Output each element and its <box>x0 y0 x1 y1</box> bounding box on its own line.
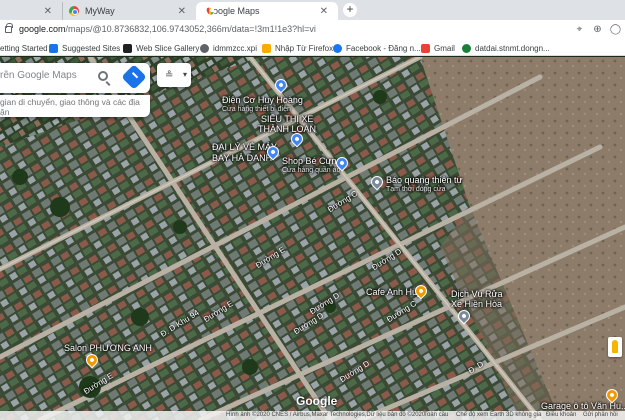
place-sieu-thi-xe[interactable]: SIÊU THỊ XE <box>261 114 313 124</box>
chevron-down-icon: ▾ <box>183 70 188 79</box>
ie-icon <box>49 43 58 53</box>
close-tab-icon[interactable]: ✕ <box>44 6 52 17</box>
bookmark-idmmzcc[interactable]: idmmzcc.xpi <box>200 42 257 54</box>
bookmark-label: etting Started <box>0 43 48 53</box>
google-logo: Google <box>296 394 338 408</box>
search-box <box>0 63 150 93</box>
place-name: Salon PHƯƠNG ANH <box>64 343 152 353</box>
bookmark-datdai[interactable]: datdai.stnmt.dongn... <box>462 42 550 54</box>
place-cafe-anh-huy[interactable]: Cafe Anh Huy <box>366 287 422 297</box>
place-bao-quang-thien-tu[interactable]: Báo quang thiện tự Tạm thời đóng cửa <box>386 175 463 195</box>
tab-first[interactable]: ✕ <box>0 2 62 20</box>
place-dien-co-huy-hoang[interactable]: Điện Cơ Huy Hoàng Cửa hàng thiết bị điện <box>222 95 303 115</box>
place-category: Cửa hàng quần áo <box>282 167 341 174</box>
tree-icon <box>462 43 471 53</box>
search-input[interactable] <box>0 70 90 81</box>
map-footer: Hình ảnh ©2020 CNES / Airbus,Maxar Techn… <box>0 411 625 420</box>
bookmark-facebook[interactable]: Facebook - Đăng n... <box>333 42 421 54</box>
place-thanh-loan[interactable]: THÀNH LOAN <box>258 124 316 134</box>
gmail-icon <box>421 43 430 53</box>
pegman-icon[interactable] <box>608 337 622 357</box>
directions-icon[interactable] <box>121 64 147 90</box>
place-shop-be-cung[interactable]: Shop Bé Cưng Cửa hàng quần áo <box>282 156 342 176</box>
url-host: google.com <box>19 24 66 34</box>
bookmark-label: Gmail <box>434 43 455 53</box>
new-tab-button[interactable]: + <box>343 3 357 17</box>
place-name: Cafe Anh Huy <box>366 287 422 297</box>
tab-myway[interactable]: MyWay ✕ <box>62 2 196 20</box>
tab-google-maps[interactable]: Google Maps ✕ <box>196 2 338 20</box>
place-salon-phuong-anh[interactable]: Salon PHƯƠNG ANH <box>64 343 152 353</box>
place-name: Điện Cơ Huy Hoàng <box>222 95 303 105</box>
bookmark-getting-started[interactable]: etting Started <box>0 42 48 54</box>
category-button[interactable]: ≗ ▾ <box>157 63 191 87</box>
extension-icon[interactable]: ⊕ <box>591 23 604 36</box>
address-bar: google.com/maps/@10.8736832,106.9743052,… <box>0 20 625 40</box>
satellite-map[interactable]: gian di chuyển, giao thông và các địa ận… <box>0 57 625 420</box>
url-path: /maps/@10.8736832,106.9743052,366m/data=… <box>65 24 316 34</box>
place-bay-ha-danh[interactable]: BAY HÀ DANH <box>212 153 272 163</box>
folder-icon <box>262 43 271 53</box>
close-tab-icon[interactable]: ✕ <box>320 6 328 17</box>
place-name: SIÊU THỊ XE <box>261 114 314 124</box>
place-name: BAY HÀ DANH <box>212 153 273 163</box>
close-tab-icon[interactable]: ✕ <box>178 6 186 17</box>
earth-view-link[interactable]: Chế độ xem Earth 3D không gia <box>456 412 541 418</box>
imagery-attribution: Hình ảnh ©2020 CNES / Airbus,Maxar Techn… <box>226 412 426 418</box>
terms-link[interactable]: Điều khoản <box>546 412 576 418</box>
place-category: Tạm thời đóng cửa <box>386 186 446 193</box>
place-name: THÀNH LOAN <box>258 124 317 134</box>
search-hint: gian di chuyển, giao thông và các địa ận <box>0 95 150 117</box>
globe-icon <box>200 43 209 53</box>
feedback-link[interactable]: Gửi phản hồi <box>583 412 618 418</box>
tab-strip: ✕ MyWay ✕ Google Maps ✕ + <box>0 0 625 20</box>
bookmark-label: Web Slice Gallery <box>136 43 200 53</box>
bookmark-label: datdai.stnmt.dongn... <box>475 43 550 53</box>
bookmarks-bar: etting Started Suggested Sites Web Slice… <box>0 40 625 56</box>
tab-title: MyWay <box>85 6 115 16</box>
place-xe-hien-hoa[interactable]: Xe Hiền Hòa <box>451 299 502 309</box>
country-link[interactable]: Toàn cầu <box>424 412 448 418</box>
url-field[interactable]: google.com/maps/@10.8736832,106.9743052,… <box>19 24 316 34</box>
place-name: Shop Bé Cưng <box>282 156 342 166</box>
profile-icon[interactable]: ◯ <box>609 23 622 36</box>
bookmark-label: Suggested Sites <box>62 43 121 53</box>
search-icon[interactable] <box>98 71 108 81</box>
lock-icon[interactable] <box>5 23 13 33</box>
place-dich-vu-rua[interactable]: Dịch Vụ Rửa <box>451 289 503 299</box>
category-icon: ≗ <box>165 70 174 81</box>
place-name: Dịch Vụ Rửa <box>451 289 503 299</box>
slice-icon <box>123 43 132 53</box>
place-name: Xe Hiền Hòa <box>451 299 503 309</box>
place-name: Báo quang thiện tự <box>386 175 463 185</box>
bookmark-label: Nhập Từ Firefox <box>275 43 334 53</box>
location-icon[interactable]: ⌖ <box>573 23 586 36</box>
bookmark-label: idmmzcc.xpi <box>213 43 258 53</box>
bookmark-gmail[interactable]: Gmail <box>421 42 455 54</box>
bookmark-nhap-tu-firefox[interactable]: Nhập Từ Firefox <box>262 42 333 54</box>
bookmark-web-slice-gallery[interactable]: Web Slice Gallery <box>123 42 199 54</box>
facebook-icon <box>333 43 342 53</box>
chrome-icon <box>69 6 79 16</box>
bookmark-suggested-sites[interactable]: Suggested Sites <box>49 42 120 54</box>
bookmark-label: Facebook - Đăng n... <box>346 43 421 53</box>
